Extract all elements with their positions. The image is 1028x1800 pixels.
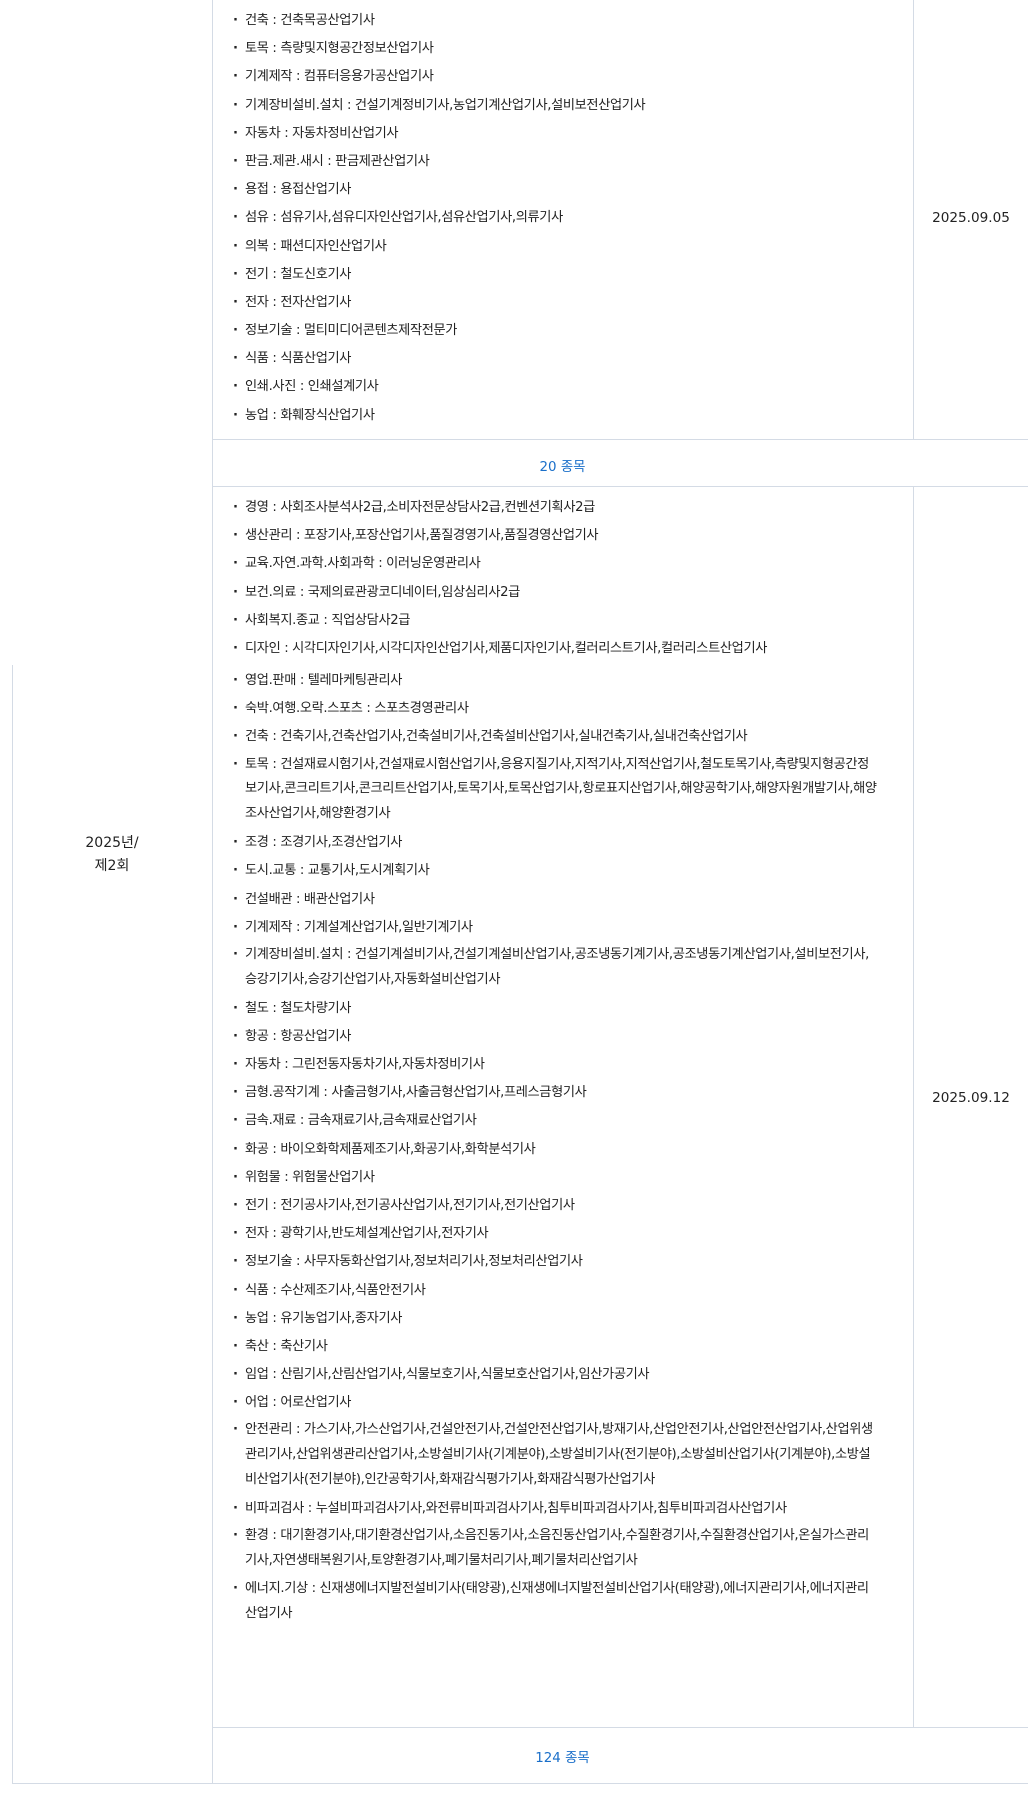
table-bottom bbox=[12, 1783, 1028, 1784]
list-item: 비파괴검사 : 누설비파괴검사기사,와전류비파괴검사기사,침투비파괴검사기사,침… bbox=[227, 1496, 877, 1521]
list-item: 건설배관 : 배관산업기사 bbox=[227, 887, 877, 912]
list-item: 디자인 : 시각디자인기사,시각디자인산업기사,제품디자인기사,컬러리스트기사,… bbox=[227, 636, 907, 661]
list-item: 기계장비설비.설치 : 건설기계설비기사,건설기계설비산업기사,공조냉동기계기사… bbox=[227, 943, 877, 993]
list-item: 교육.자연.과학.사회과학 : 이러닝운영관리사 bbox=[227, 551, 907, 576]
list-item: 임업 : 산림기사,산림산업기사,식물보호기사,식물보호산업기사,임산가공기사 bbox=[227, 1362, 877, 1387]
exam-schedule-table: 건축 : 건축목공산업기사 토목 : 측량및지형공간정보산업기사 기계제작 : … bbox=[12, 0, 1028, 1784]
list-item: 축산 : 축산기사 bbox=[227, 1334, 877, 1359]
list-item: 인쇄.사진 : 인쇄설계기사 bbox=[227, 374, 907, 399]
list-item: 정보기술 : 멀티미디어콘텐츠제작전문가 bbox=[227, 318, 907, 343]
list-item: 식품 : 수산제조기사,식품안전기사 bbox=[227, 1278, 877, 1303]
row-divider-2 bbox=[212, 486, 1028, 487]
list-item: 자동차 : 자동차정비산업기사 bbox=[227, 121, 907, 146]
list-item: 항공 : 항공산업기사 bbox=[227, 1024, 877, 1049]
row-divider-1 bbox=[212, 439, 1028, 440]
list-item: 기계제작 : 기계설계산업기사,일반기계기사 bbox=[227, 915, 877, 940]
list-item: 생산관리 : 포장기사,포장산업기사,품질경영기사,품질경영산업기사 bbox=[227, 523, 907, 548]
list-item: 기계제작 : 컴퓨터응용가공산업기사 bbox=[227, 64, 907, 89]
list-item: 전자 : 광학기사,반도체설계산업기사,전자기사 bbox=[227, 1221, 877, 1246]
section-b-list-top: 경영 : 사회조사분석사2급,소비자전문상담사2급,컨벤션기획사2급 생산관리 … bbox=[227, 495, 907, 664]
list-item: 영업.판매 : 텔레마케팅관리사 bbox=[227, 668, 877, 693]
round-label-text: 2025년/ 제2회 bbox=[85, 835, 139, 874]
list-item: 의복 : 패션디자인산업기사 bbox=[227, 234, 907, 259]
list-item: 정보기술 : 사무자동화산업기사,정보처리기사,정보처리산업기사 bbox=[227, 1249, 877, 1274]
list-item: 건축 : 건축목공산업기사 bbox=[227, 8, 907, 33]
row-divider-3 bbox=[212, 1727, 1028, 1728]
list-item: 건축 : 건축기사,건축산업기사,건축설비기사,건축설비산업기사,실내건축기사,… bbox=[227, 724, 877, 749]
row-divider-round bbox=[12, 664, 212, 665]
list-item: 전자 : 전자산업기사 bbox=[227, 290, 907, 315]
section-a-list: 건축 : 건축목공산업기사 토목 : 측량및지형공간정보산업기사 기계제작 : … bbox=[227, 8, 907, 431]
list-item: 섬유 : 섬유기사,섬유디자인산업기사,섬유산업기사,의류기사 bbox=[227, 205, 907, 230]
list-item: 토목 : 측량및지형공간정보산업기사 bbox=[227, 36, 907, 61]
list-item: 철도 : 철도차량기사 bbox=[227, 996, 877, 1021]
list-item: 용접 : 용접산업기사 bbox=[227, 177, 907, 202]
list-item: 전기 : 전기공사기사,전기공사산업기사,전기기사,전기산업기사 bbox=[227, 1193, 877, 1218]
list-item: 농업 : 화훼장식산업기사 bbox=[227, 403, 907, 428]
section-b-date: 2025.09.12 bbox=[932, 1090, 1010, 1106]
section-b-list-bottom: 영업.판매 : 텔레마케팅관리사 숙박.여행.오락.스포츠 : 스포츠경영관리사… bbox=[227, 668, 877, 1630]
list-item: 숙박.여행.오락.스포츠 : 스포츠경영관리사 bbox=[227, 696, 877, 721]
list-item: 안전관리 : 가스기사,가스산업기사,건설안전기사,건설안전산업기사,방재기사,… bbox=[227, 1418, 877, 1492]
list-item: 사회복지.종교 : 직업상담사2급 bbox=[227, 608, 907, 633]
section-a-date: 2025.09.05 bbox=[932, 210, 1010, 226]
list-item: 화공 : 바이오화학제품제조기사,화공기사,화학분석기사 bbox=[227, 1137, 877, 1162]
list-item: 환경 : 대기환경기사,대기환경산업기사,소음진동기사,소음진동산업기사,수질환… bbox=[227, 1524, 877, 1574]
list-item: 경영 : 사회조사분석사2급,소비자전문상담사2급,컨벤션기획사2급 bbox=[227, 495, 907, 520]
list-item: 자동차 : 그린전동자동차기사,자동차정비기사 bbox=[227, 1052, 877, 1077]
list-item: 토목 : 건설재료시험기사,건설재료시험산업기사,응용지질기사,지적기사,지적산… bbox=[227, 753, 877, 827]
section-a-count: 20 종목 bbox=[539, 460, 586, 475]
list-item: 에너지.기상 : 신재생에너지발전설비기사(태양광),신재생에너지발전설비산업기… bbox=[227, 1577, 877, 1627]
list-item: 금형.공작기계 : 사출금형기사,사출금형산업기사,프레스금형기사 bbox=[227, 1080, 877, 1105]
list-item: 위험물 : 위험물산업기사 bbox=[227, 1165, 877, 1190]
col-divider-left bbox=[212, 0, 213, 1784]
list-item: 기계장비설비.설치 : 건설기계정비기사,농업기계산업기사,설비보전산업기사 bbox=[227, 93, 907, 118]
list-item: 판금.제관.새시 : 판금제관산업기사 bbox=[227, 149, 907, 174]
section-b-count: 124 종목 bbox=[535, 1751, 590, 1766]
list-item: 어업 : 어로산업기사 bbox=[227, 1390, 877, 1415]
list-item: 식품 : 식품산업기사 bbox=[227, 346, 907, 371]
round-label: 2025년/ 제2회 bbox=[12, 832, 212, 878]
list-item: 도시.교통 : 교통기사,도시계획기사 bbox=[227, 858, 877, 883]
list-item: 금속.재료 : 금속재료기사,금속재료산업기사 bbox=[227, 1108, 877, 1133]
list-item: 농업 : 유기농업기사,종자기사 bbox=[227, 1306, 877, 1331]
list-item: 조경 : 조경기사,조경산업기사 bbox=[227, 830, 877, 855]
col-divider-right-2 bbox=[913, 486, 914, 1727]
list-item: 보건.의료 : 국제의료관광코디네이터,임상심리사2급 bbox=[227, 580, 907, 605]
list-item: 전기 : 철도신호기사 bbox=[227, 262, 907, 287]
